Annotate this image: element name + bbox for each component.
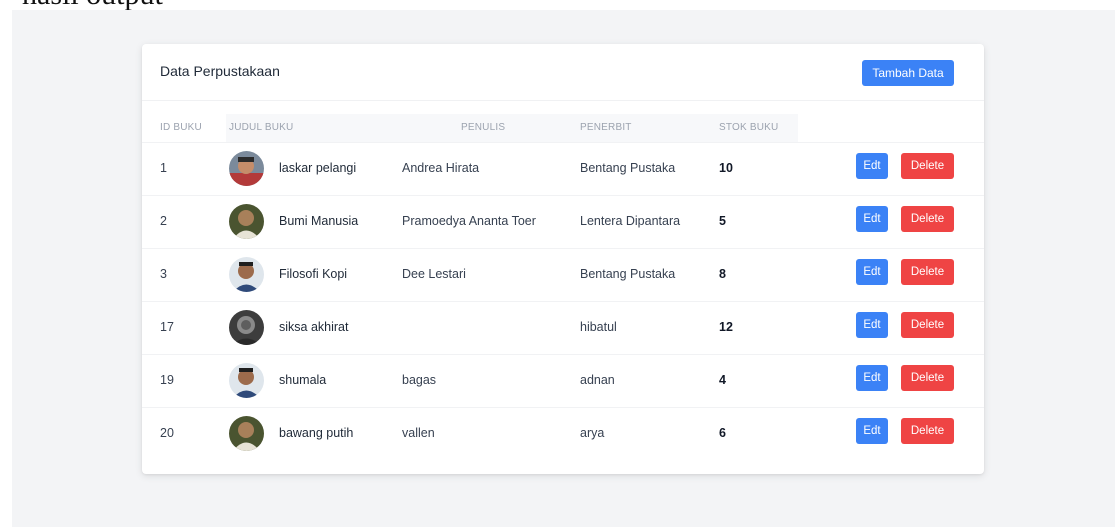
column-header-stock: STOK BUKU: [719, 122, 779, 133]
delete-button[interactable]: Delete: [901, 206, 954, 232]
book-author: Dee Lestari: [402, 267, 466, 281]
delete-button[interactable]: Delete: [901, 259, 954, 285]
book-author: bagas: [402, 373, 437, 387]
delete-button[interactable]: Delete: [901, 153, 954, 179]
book-title: shumala: [279, 373, 327, 387]
table-row: 3 Filosofi Kopi Dee Lestari Bentang Pust…: [142, 248, 984, 302]
book-title: bawang putih: [279, 426, 354, 440]
book-author: Pramoedya Ananta Toer: [402, 214, 536, 228]
book-stock: 12: [719, 320, 733, 334]
book-publisher: arya: [580, 426, 605, 440]
book-publisher: Bentang Pustaka: [580, 267, 676, 281]
add-data-button[interactable]: Tambah Data: [862, 60, 954, 86]
book-publisher: hibatul: [580, 320, 617, 334]
column-header-author: PENULIS: [461, 122, 506, 133]
book-cover-avatar: [229, 363, 264, 398]
book-stock: 6: [719, 426, 726, 440]
book-cover-avatar: [229, 204, 264, 239]
column-header-publisher: PENERBIT: [580, 122, 632, 133]
book-id: 3: [160, 267, 167, 281]
table-row: 2 Bumi Manusia Pramoedya Ananta Toer Len…: [142, 195, 984, 249]
book-title: Filosofi Kopi: [279, 267, 348, 281]
edit-button[interactable]: Edt: [856, 206, 888, 232]
column-header-id: ID BUKU: [160, 122, 202, 133]
table-row: 19 shumala bagas adnan 4 Edt Delete: [142, 354, 984, 408]
card-title: Data Perpustakaan: [160, 63, 280, 79]
book-title: Bumi Manusia: [279, 214, 359, 228]
book-author: Andrea Hirata: [402, 161, 480, 175]
book-stock: 4: [719, 373, 726, 387]
library-data-card: Data Perpustakaan Tambah Data ID BUKU JU…: [142, 44, 984, 474]
table-row: 20 bawang putih vallen arya 6 Edt Delete: [142, 407, 984, 461]
delete-button[interactable]: Delete: [901, 312, 954, 338]
book-id: 20: [160, 426, 174, 440]
book-publisher: Lentera Dipantara: [580, 214, 681, 228]
book-id: 2: [160, 214, 167, 228]
table-row: 1 laskar pelangi Andrea Hirata Bentang P…: [142, 142, 984, 196]
book-id: 17: [160, 320, 174, 334]
book-cover-avatar: [229, 257, 264, 292]
card-header: Data Perpustakaan Tambah Data: [142, 44, 984, 101]
delete-button[interactable]: Delete: [901, 365, 954, 391]
book-cover-avatar: [229, 310, 264, 345]
book-title: siksa akhirat: [279, 320, 349, 334]
column-header-title: JUDUL BUKU: [229, 122, 294, 133]
book-cover-avatar: [229, 416, 264, 451]
book-id: 19: [160, 373, 174, 387]
top-cropped-caption: hasil output: [0, 0, 1115, 10]
table-row: 17 siksa akhirat hibatul 12 Edt Delete: [142, 301, 984, 355]
book-stock: 10: [719, 161, 733, 175]
edit-button[interactable]: Edt: [856, 259, 888, 285]
book-publisher: adnan: [580, 373, 615, 387]
book-stock: 5: [719, 214, 726, 228]
book-id: 1: [160, 161, 167, 175]
cropped-caption-text: hasil output: [22, 0, 163, 10]
book-author: vallen: [402, 426, 435, 440]
edit-button[interactable]: Edt: [856, 153, 888, 179]
book-title: laskar pelangi: [279, 161, 357, 175]
edit-button[interactable]: Edt: [856, 418, 888, 444]
edit-button[interactable]: Edt: [856, 312, 888, 338]
edit-button[interactable]: Edt: [856, 365, 888, 391]
table-header-background: [226, 114, 798, 142]
delete-button[interactable]: Delete: [901, 418, 954, 444]
book-stock: 8: [719, 267, 726, 281]
book-publisher: Bentang Pustaka: [580, 161, 676, 175]
book-cover-avatar: [229, 151, 264, 186]
